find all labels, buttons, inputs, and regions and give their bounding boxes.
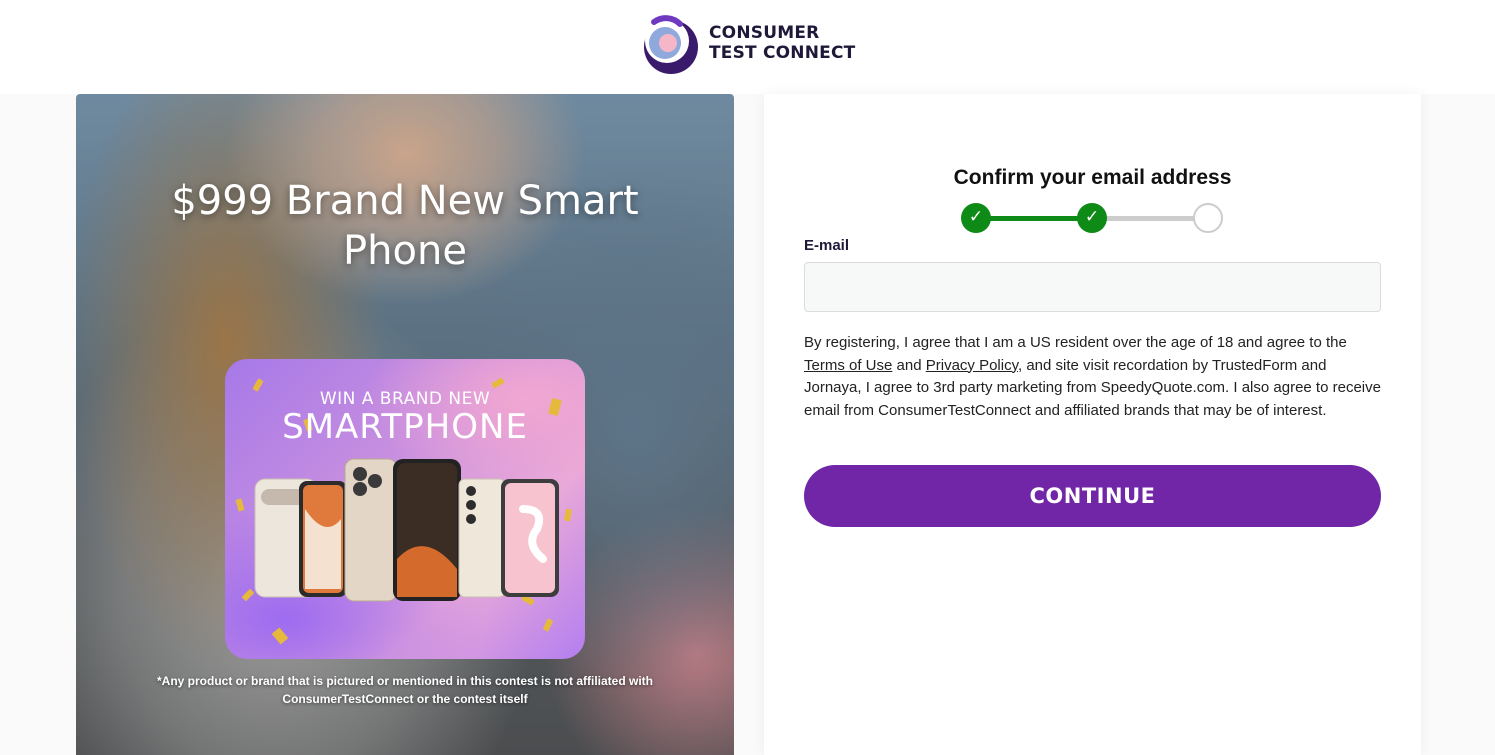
brand-line-2: TEST CONNECT xyxy=(709,43,856,63)
step-1-complete-icon: ✓ xyxy=(961,203,991,233)
signup-form-card: Confirm your email address ✓ ✓ E-mail By… xyxy=(764,94,1421,755)
privacy-policy-link[interactable]: Privacy Policy xyxy=(926,357,1018,374)
brand-wordmark: CONSUMER TEST CONNECT xyxy=(709,23,855,63)
consent-text: By registering, I agree that I am a US r… xyxy=(804,332,1384,422)
promo-banner: WIN A BRAND NEW SMARTPHONE xyxy=(225,359,585,659)
consent-part-2: and xyxy=(892,356,926,374)
progress-line-remaining xyxy=(1092,216,1208,221)
continue-button[interactable]: CONTINUE xyxy=(804,465,1381,527)
smartphones-illustration xyxy=(254,458,559,602)
step-3-pending-icon xyxy=(1193,203,1223,233)
top-bar: CONSUMER TEST CONNECT xyxy=(0,0,1495,94)
email-input[interactable] xyxy=(804,262,1381,312)
step-2-complete-icon: ✓ xyxy=(1077,203,1107,233)
email-label: E-mail xyxy=(804,237,850,254)
contest-disclaimer: *Any product or brand that is pictured o… xyxy=(156,674,654,706)
brand-line-1: CONSUMER xyxy=(709,23,820,43)
brand-logo[interactable]: CONSUMER TEST CONNECT xyxy=(638,12,868,76)
form-title: Confirm your email address xyxy=(953,166,1232,189)
consent-part-1: By registering, I agree that I am a US r… xyxy=(804,334,1347,351)
progress-line-complete xyxy=(976,216,1092,221)
hero-panel: $999 Brand New Smart Phone WIN A BRAND N… xyxy=(76,94,734,755)
logo-mark-icon xyxy=(644,15,698,74)
hero-title: $999 Brand New Smart Phone xyxy=(171,178,639,274)
progress-stepper: ✓ ✓ xyxy=(960,202,1224,236)
terms-of-use-link[interactable]: Terms of Use xyxy=(804,357,892,374)
